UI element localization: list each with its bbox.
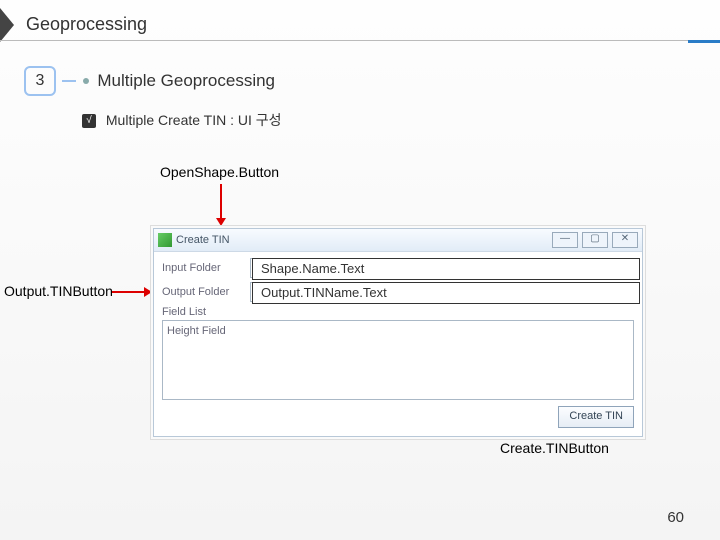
title-accent <box>688 40 720 43</box>
arrow-open-shape-icon <box>220 184 222 220</box>
close-button[interactable]: ✕ <box>612 232 638 248</box>
page-number: 60 <box>667 509 684 526</box>
callout-shape-name-text: Shape.Name.Text <box>252 258 640 280</box>
dialog-titlebar: Create TIN — ▢ ✕ <box>154 229 642 252</box>
window-buttons: — ▢ ✕ <box>552 232 638 248</box>
section-dash-icon <box>62 80 76 82</box>
dialog-footer: Create TIN <box>162 406 634 428</box>
field-list-label: Field List <box>162 306 634 318</box>
bullet-row: √ Multiple Create TIN : UI 구성 <box>82 110 282 130</box>
title-chevron-icon <box>0 8 14 42</box>
field-list-box[interactable]: Height Field <box>162 320 634 400</box>
section-header: 3 Multiple Geoprocessing <box>24 66 694 96</box>
bullet-text: Multiple Create TIN : UI 구성 <box>106 112 282 128</box>
annotation-output-tin-button: Output.TINButton <box>4 283 113 299</box>
section-dot-icon <box>83 78 89 84</box>
dialog-title: Create TIN <box>176 234 230 246</box>
annotation-open-shape-button: OpenShape.Button <box>160 164 279 180</box>
create-tin-button[interactable]: Create TIN <box>558 406 634 428</box>
height-field-label: Height Field <box>167 325 629 337</box>
arrow-output-tin-button-icon <box>112 291 146 293</box>
section-title: Multiple Geoprocessing <box>97 71 275 91</box>
minimize-button[interactable]: — <box>552 232 578 248</box>
dialog-app-icon <box>158 233 172 247</box>
maximize-button[interactable]: ▢ <box>582 232 608 248</box>
bullet-check-icon: √ <box>82 114 96 128</box>
output-folder-label: Output Folder <box>162 286 250 298</box>
title-underline <box>0 40 720 41</box>
annotation-create-tin-button: Create.TINButton <box>500 440 609 456</box>
input-folder-label: Input Folder <box>162 262 250 274</box>
callout-output-tin-name-text: Output.TINName.Text <box>252 282 640 304</box>
section-number: 3 <box>24 66 56 96</box>
slide-title-bar: Geoprocessing <box>0 8 720 42</box>
slide-title: Geoprocessing <box>26 14 147 35</box>
